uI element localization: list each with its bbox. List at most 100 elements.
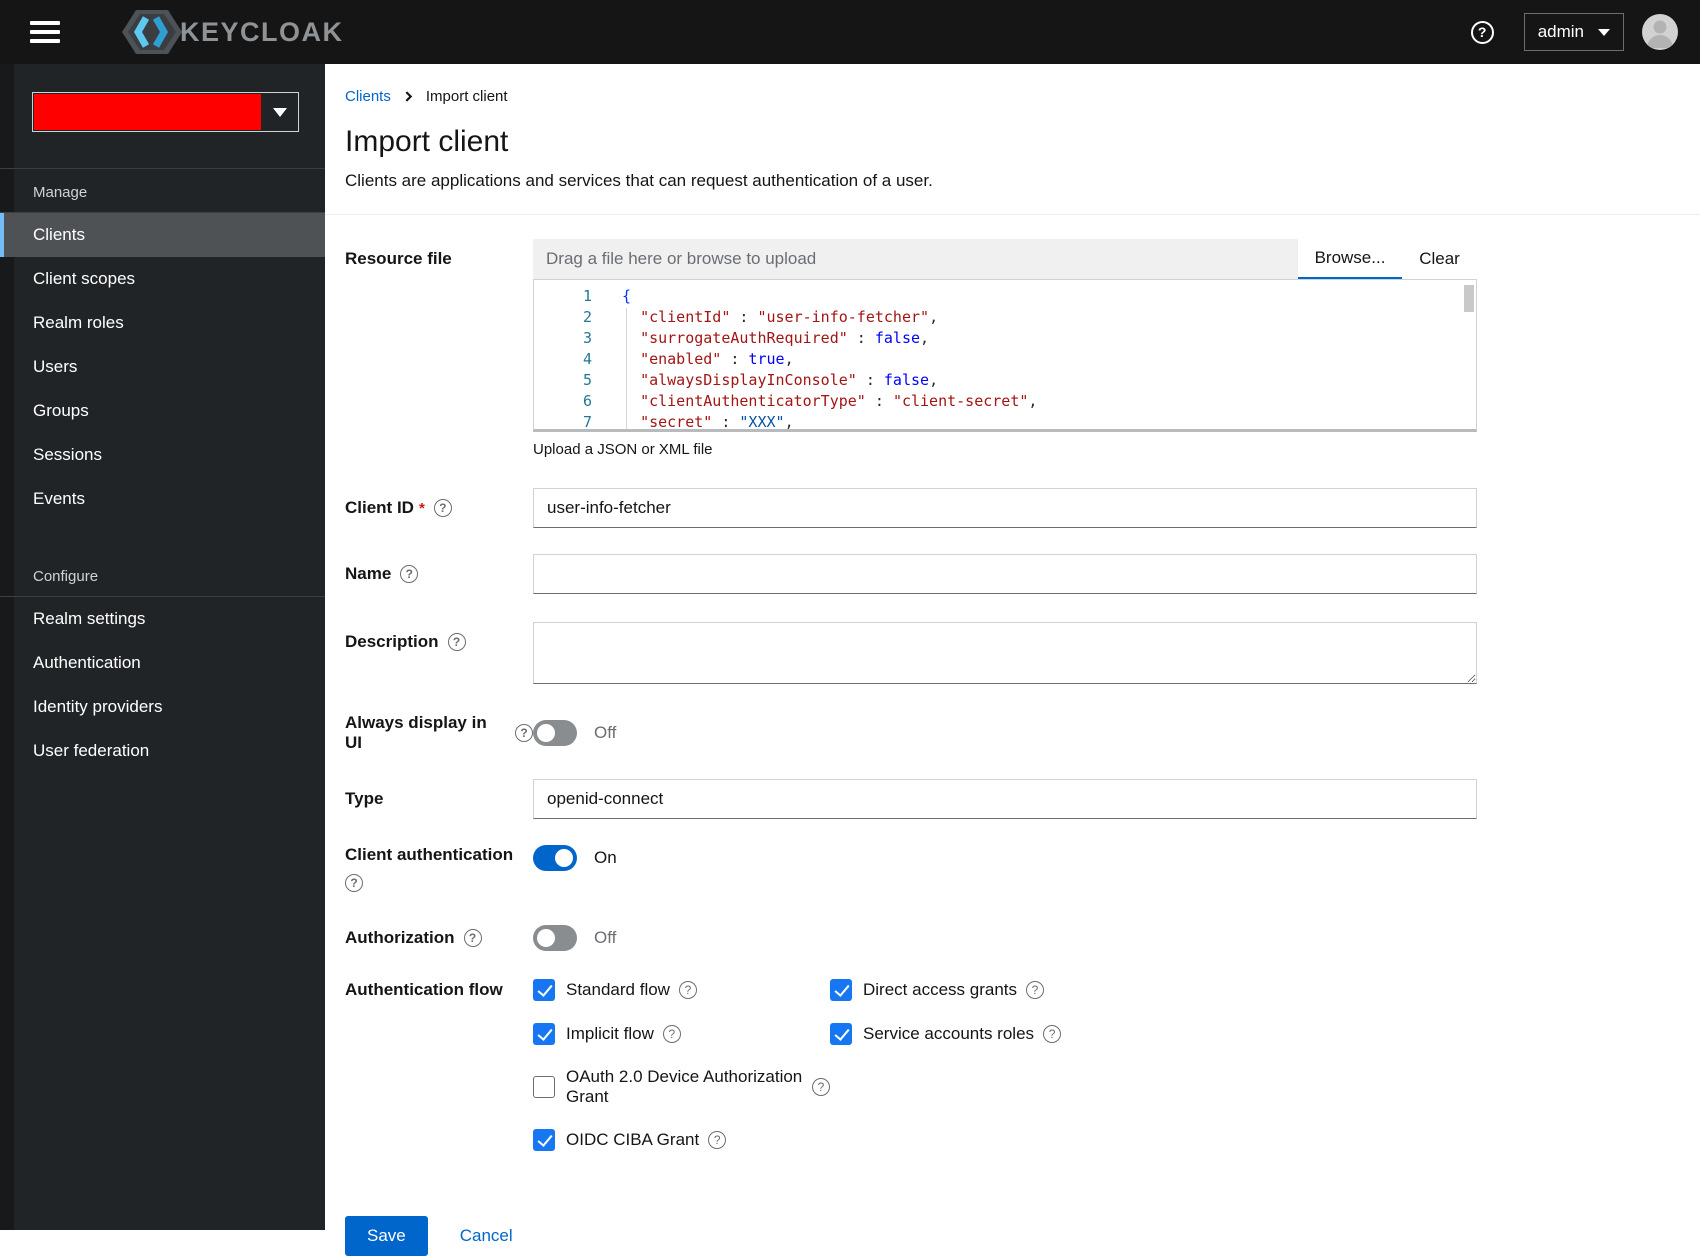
chevron-down-icon [1598,29,1610,36]
sidebar-item-authentication[interactable]: Authentication [0,641,325,685]
description-label: Description [345,622,533,662]
help-icon[interactable] [345,874,363,892]
sidebar-item-client-scopes[interactable]: Client scopes [0,257,325,301]
import-client-form: Resource file Drag a file here or browse… [325,215,1700,1256]
always-display-state: Off [594,723,616,743]
code-line-6: 6 "clientAuthenticatorType" : "client-se… [534,391,1476,412]
type-label: Type [345,789,533,809]
help-icon[interactable] [1043,1025,1061,1043]
sidebar-item-user-federation[interactable]: User federation [0,729,325,773]
keycloak-logo: KEYCLOAK [116,6,344,58]
name-input[interactable] [533,554,1477,594]
avatar[interactable] [1642,14,1678,50]
user-menu[interactable]: admin [1524,13,1624,51]
authorization-label: Authorization [345,928,533,948]
line-number: 2 [534,307,592,328]
checkbox-item-standard-flow[interactable]: Standard flow [533,979,830,1001]
code-line-1: 1{ [534,286,1476,307]
help-icon[interactable] [812,1078,830,1096]
always-display-toggle[interactable] [533,720,577,746]
auth-flow-checkbox-grid: Standard flow Direct access grants Implici… [533,979,1477,1151]
checkbox-label: Service accounts roles [863,1024,1034,1044]
nav-list-configure: Realm settingsAuthenticationIdentity pro… [0,597,325,773]
checkbox-checked-icon[interactable] [533,1129,555,1151]
chevron-right-icon [403,91,414,102]
checkbox-checked-icon[interactable] [533,1023,555,1045]
cancel-button[interactable]: Cancel [460,1226,513,1246]
page-subtitle: Clients are applications and services th… [345,171,1700,191]
client-auth-label: Client authentication [345,845,533,885]
help-icon[interactable] [663,1025,681,1043]
sidebar-item-identity-providers[interactable]: Identity providers [0,685,325,729]
indent-guide [626,308,627,432]
line-number: 4 [534,349,592,370]
sidebar: Manage ClientsClient scopesRealm rolesUs… [0,64,325,1230]
clear-button[interactable]: Clear [1402,239,1477,279]
browse-button[interactable]: Browse... [1298,239,1402,279]
sidebar-item-events[interactable]: Events [0,477,325,521]
help-icon[interactable] [448,633,466,651]
checkbox-checked-icon[interactable] [830,1023,852,1045]
sidebar-item-clients[interactable]: Clients [0,213,325,257]
brand-name: KEYCLOAK [180,17,344,48]
authorization-row: Authorization Off [345,925,1700,951]
help-icon[interactable] [464,929,482,947]
editor-scrollbar[interactable] [1464,285,1474,312]
type-input[interactable] [533,779,1477,819]
client-auth-state: On [594,848,617,868]
help-icon[interactable] [434,499,452,517]
help-icon[interactable] [1026,981,1044,999]
line-number: 3 [534,328,592,349]
checkbox-item-direct-access-grants[interactable]: Direct access grants [830,979,1477,1001]
help-icon[interactable]: ? [1471,21,1494,44]
page-title: Import client [345,125,1700,159]
client-id-input[interactable] [533,488,1477,528]
client-id-row: Client ID * [345,488,1700,528]
authorization-toggle[interactable] [533,925,577,951]
save-button[interactable]: Save [345,1216,428,1256]
client-auth-row: Client authentication On [345,845,1700,905]
client-id-label: Client ID * [345,498,533,518]
checkbox-item-oauth-2-0-device-authorization-grant[interactable]: OAuth 2.0 Device Authorization Grant [533,1067,830,1107]
client-auth-toggle[interactable] [533,845,577,871]
nav-section-configure: Configure [0,553,325,596]
user-silhouette-icon [1642,14,1678,50]
help-icon[interactable] [400,565,418,583]
main-content: Clients Import client Import client Clie… [325,64,1700,1230]
resource-file-row: Resource file Drag a file here or browse… [345,239,1700,458]
realm-selector[interactable] [32,92,299,132]
checkbox-label: Implicit flow [566,1024,654,1044]
help-icon[interactable] [708,1131,726,1149]
menu-toggle-icon[interactable] [30,21,60,43]
realm-name-redacted [34,94,261,130]
always-display-row: Always display in UI Off [345,713,1700,753]
checkbox-checked-icon[interactable] [533,979,555,1001]
json-code-editor[interactable]: 1{2 "clientId" : "user-info-fetcher",3 "… [533,279,1477,432]
name-label: Name [345,564,533,584]
checkbox-item-implicit-flow[interactable]: Implicit flow [533,1023,830,1045]
help-icon[interactable] [515,724,533,742]
help-icon[interactable] [679,981,697,999]
code-line-2: 2 "clientId" : "user-info-fetcher", [534,307,1476,328]
always-display-label: Always display in UI [345,713,533,753]
checkbox-checked-icon[interactable] [830,979,852,1001]
description-input[interactable] [533,622,1477,684]
breadcrumb-clients-link[interactable]: Clients [345,88,391,105]
checkbox-item-service-accounts-roles[interactable]: Service accounts roles [830,1023,1477,1045]
checkbox-unchecked-icon[interactable] [533,1076,555,1098]
file-upload-input[interactable]: Drag a file here or browse to upload [533,239,1298,279]
line-number: 5 [534,370,592,391]
checkbox-item-oidc-ciba-grant[interactable]: OIDC CIBA Grant [533,1129,830,1151]
sidebar-item-realm-roles[interactable]: Realm roles [0,301,325,345]
code-line-4: 4 "enabled" : true, [534,349,1476,370]
sidebar-item-realm-settings[interactable]: Realm settings [0,597,325,641]
line-number: 7 [534,412,592,432]
code-line-5: 5 "alwaysDisplayInConsole" : false, [534,370,1476,391]
type-row: Type [345,779,1700,819]
checkbox-label: OIDC CIBA Grant [566,1130,699,1150]
sidebar-item-sessions[interactable]: Sessions [0,433,325,477]
sidebar-item-users[interactable]: Users [0,345,325,389]
sidebar-item-groups[interactable]: Groups [0,389,325,433]
checkbox-label: Standard flow [566,980,670,1000]
divider [0,168,325,169]
